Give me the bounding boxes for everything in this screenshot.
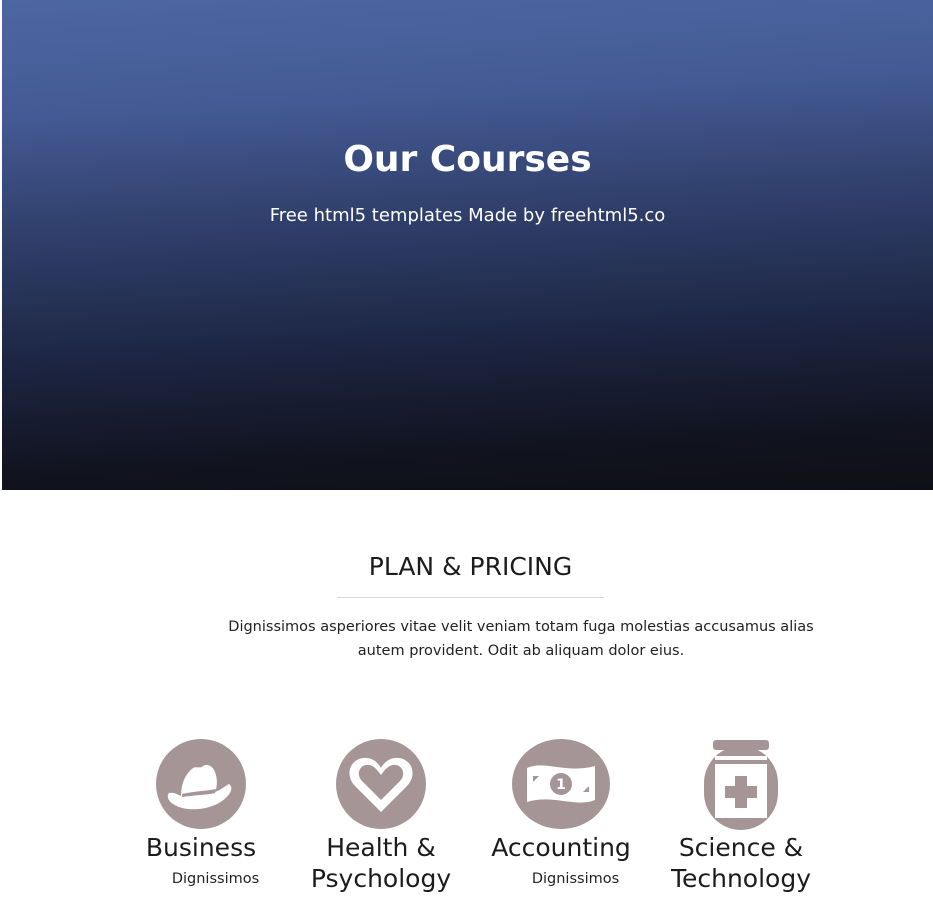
hero-subtitle: Free html5 templates Made by freehtml5.c… xyxy=(269,205,666,226)
course-name: Science & Technology xyxy=(670,833,812,893)
hero-banner: Our Courses Free html5 templates Made by… xyxy=(2,0,933,490)
course-business[interactable]: Business Dignissimos xyxy=(111,738,291,889)
hat-icon xyxy=(151,738,251,830)
course-name: Business xyxy=(145,833,257,862)
svg-text:1: 1 xyxy=(556,777,566,793)
course-desc: Dignissimos xyxy=(171,871,260,887)
course-health-psychology[interactable]: Health & Psychology xyxy=(291,738,471,900)
course-name: Health & Psychology xyxy=(310,833,452,893)
hero-title: Our Courses xyxy=(343,139,592,180)
course-desc: Dignissimos xyxy=(531,871,620,887)
pricing-description: Dignissimos asperiores vitae velit venia… xyxy=(228,619,814,659)
course-science-technology[interactable]: Science & Technology xyxy=(651,738,831,900)
heart-icon xyxy=(331,738,431,830)
pricing-title: PLAN & PRICING xyxy=(368,552,573,581)
pricing-divider xyxy=(337,597,604,598)
course-accounting[interactable]: 1 Accounting Dignissimos xyxy=(471,738,651,889)
medicine-icon xyxy=(691,738,791,830)
money-icon: 1 xyxy=(511,738,611,830)
course-name: Accounting xyxy=(491,833,631,862)
